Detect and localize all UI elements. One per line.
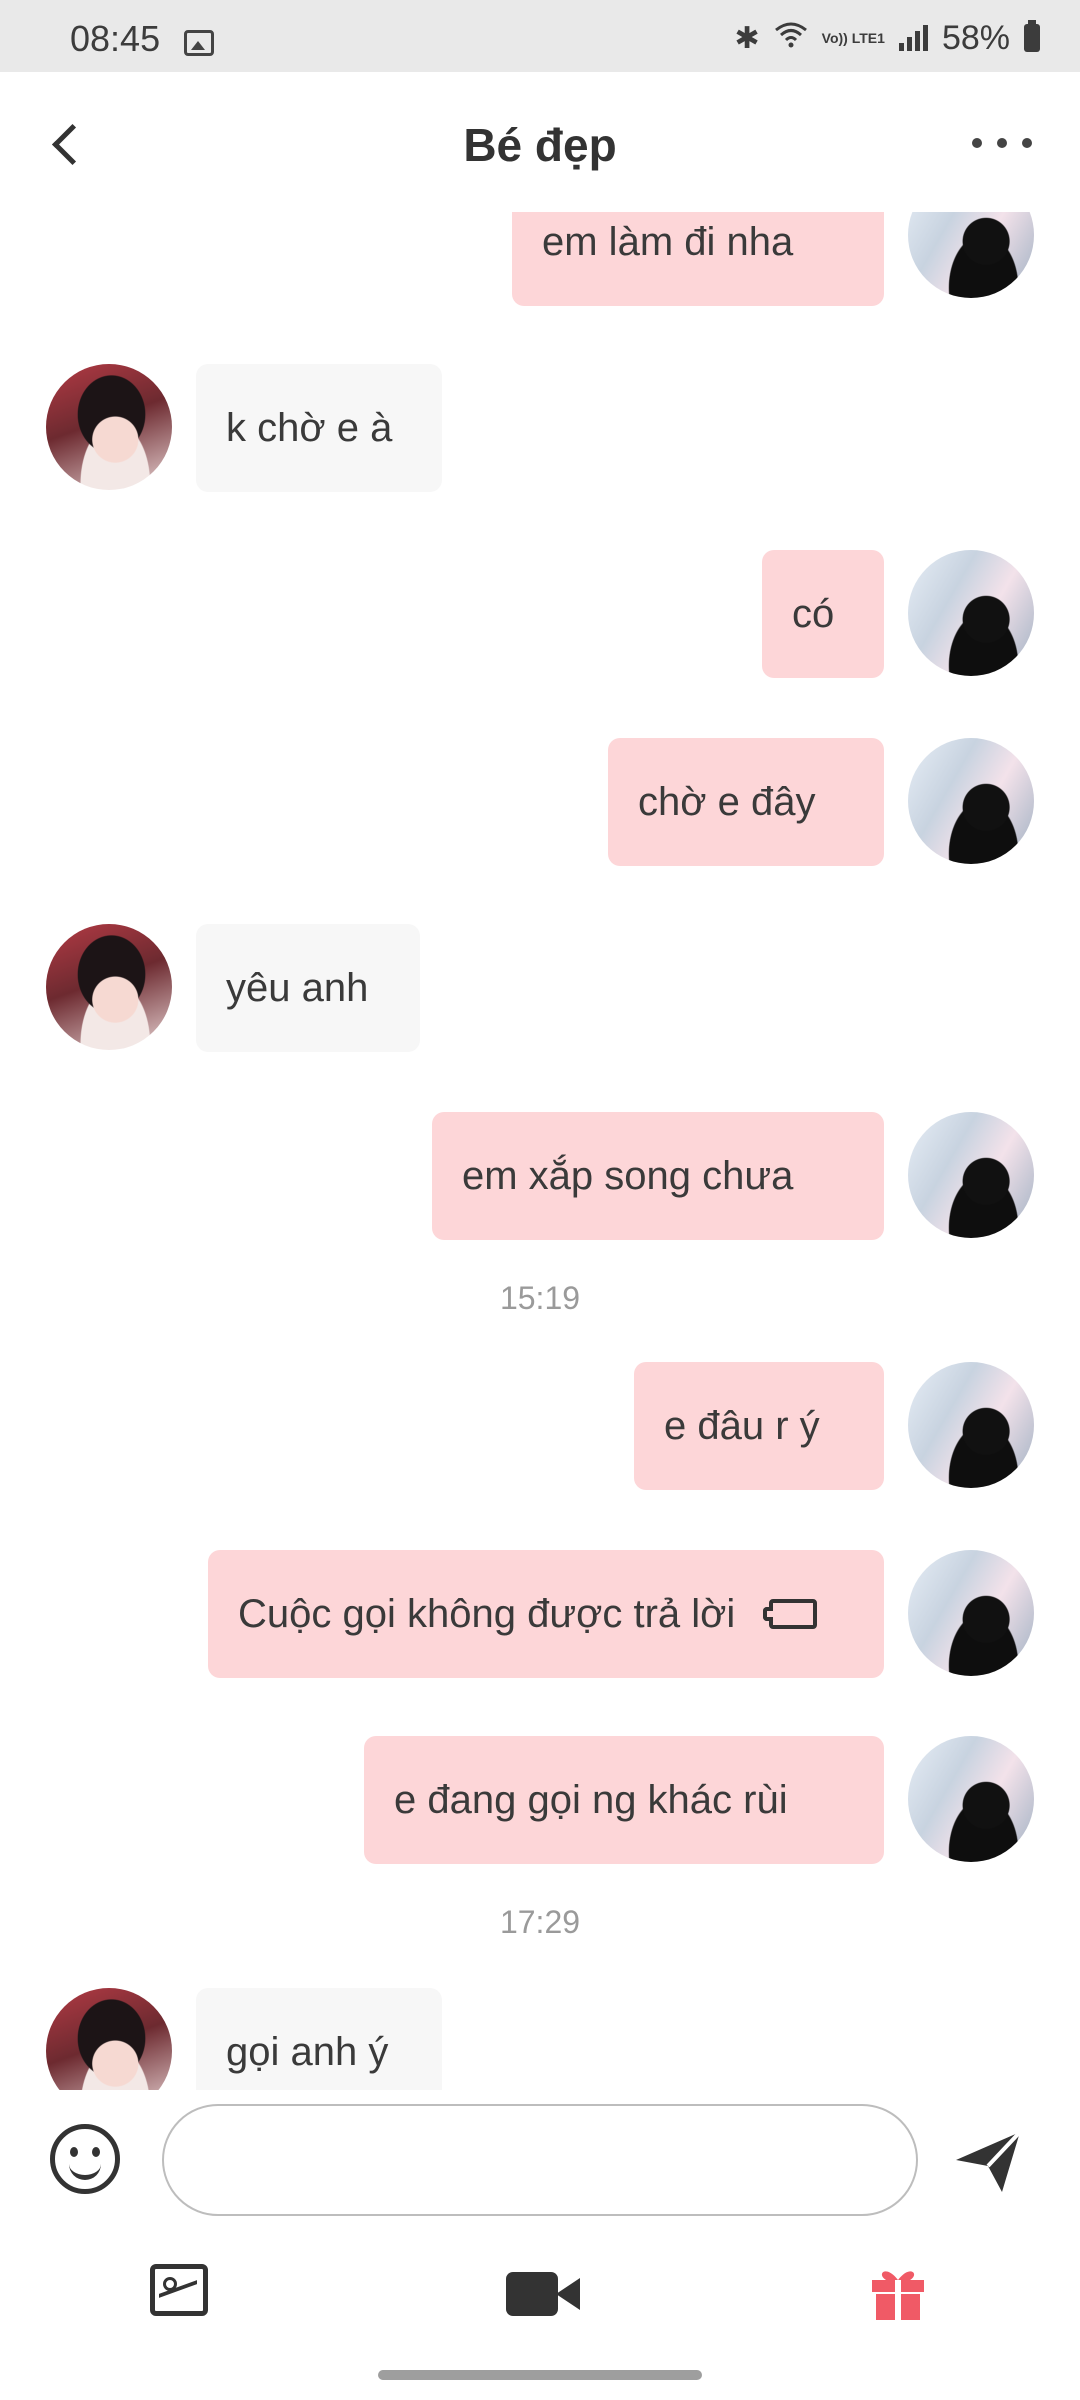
message-input[interactable] <box>162 2104 918 2216</box>
my-avatar[interactable] <box>908 1736 1034 1862</box>
volte-indicator: Vo)) LTE1 <box>821 30 885 46</box>
missed-call-label: Cuộc gọi không được trả lời <box>238 1591 736 1636</box>
my-avatar[interactable] <box>908 1112 1034 1238</box>
battery-percent: 58% <box>941 18 1010 57</box>
chat-title: Bé đẹp <box>463 119 617 171</box>
timestamp: 17:29 <box>499 1904 581 1940</box>
status-icons: ✱ Vo)) LTE1 58% <box>734 18 1040 57</box>
attachment-bar <box>0 2240 1080 2350</box>
video-icon[interactable] <box>506 2272 580 2316</box>
send-icon[interactable] <box>952 2126 1024 2198</box>
composer-bar <box>0 2090 1080 2240</box>
message-bubble-sent[interactable]: em xắp song chưa <box>432 1112 884 1240</box>
chat-header: Bé đẹp <box>0 72 1080 212</box>
message-list[interactable]: em làm đi nha k chờ e à có chờ e đây yêu… <box>0 212 1080 2090</box>
more-icon[interactable] <box>972 128 1032 158</box>
contact-avatar[interactable] <box>46 364 172 490</box>
message-bubble-received[interactable]: gọi anh ý <box>196 1988 442 2090</box>
video-call-icon <box>763 1599 818 1629</box>
bluetooth-icon: ✱ <box>734 21 760 55</box>
status-time: 08:45 <box>70 18 161 59</box>
emoji-icon[interactable] <box>50 2124 120 2194</box>
status-bar: 08:45 ✱ Vo)) LTE1 58% <box>0 0 1080 72</box>
message-bubble-sent[interactable]: có <box>762 550 884 678</box>
wifi-icon <box>774 20 808 56</box>
message-bubble-sent[interactable]: chờ e đây <box>608 738 884 866</box>
contact-avatar[interactable] <box>46 1988 172 2090</box>
my-avatar[interactable] <box>908 1550 1034 1676</box>
message-bubble-received[interactable]: k chờ e à <box>196 364 442 492</box>
battery-icon <box>1024 20 1040 52</box>
message-bubble-sent[interactable]: em làm đi nha <box>512 212 884 306</box>
my-avatar[interactable] <box>908 738 1034 864</box>
my-avatar[interactable] <box>908 212 1034 298</box>
my-avatar[interactable] <box>908 1362 1034 1488</box>
gallery-notification-icon <box>184 30 214 56</box>
missed-call-bubble[interactable]: Cuộc gọi không được trả lời <box>208 1550 884 1678</box>
message-bubble-sent[interactable]: e đâu r ý <box>634 1362 884 1490</box>
message-bubble-received[interactable]: yêu anh <box>196 924 420 1052</box>
home-indicator[interactable] <box>378 2370 702 2380</box>
signal-icon <box>898 25 928 51</box>
message-bubble-sent[interactable]: e đang gọi ng khác rùi <box>364 1736 884 1864</box>
contact-avatar[interactable] <box>46 924 172 1050</box>
timestamp: 15:19 <box>499 1280 581 1316</box>
image-icon[interactable] <box>150 2264 208 2316</box>
my-avatar[interactable] <box>908 550 1034 676</box>
gift-icon[interactable] <box>868 2262 928 2322</box>
